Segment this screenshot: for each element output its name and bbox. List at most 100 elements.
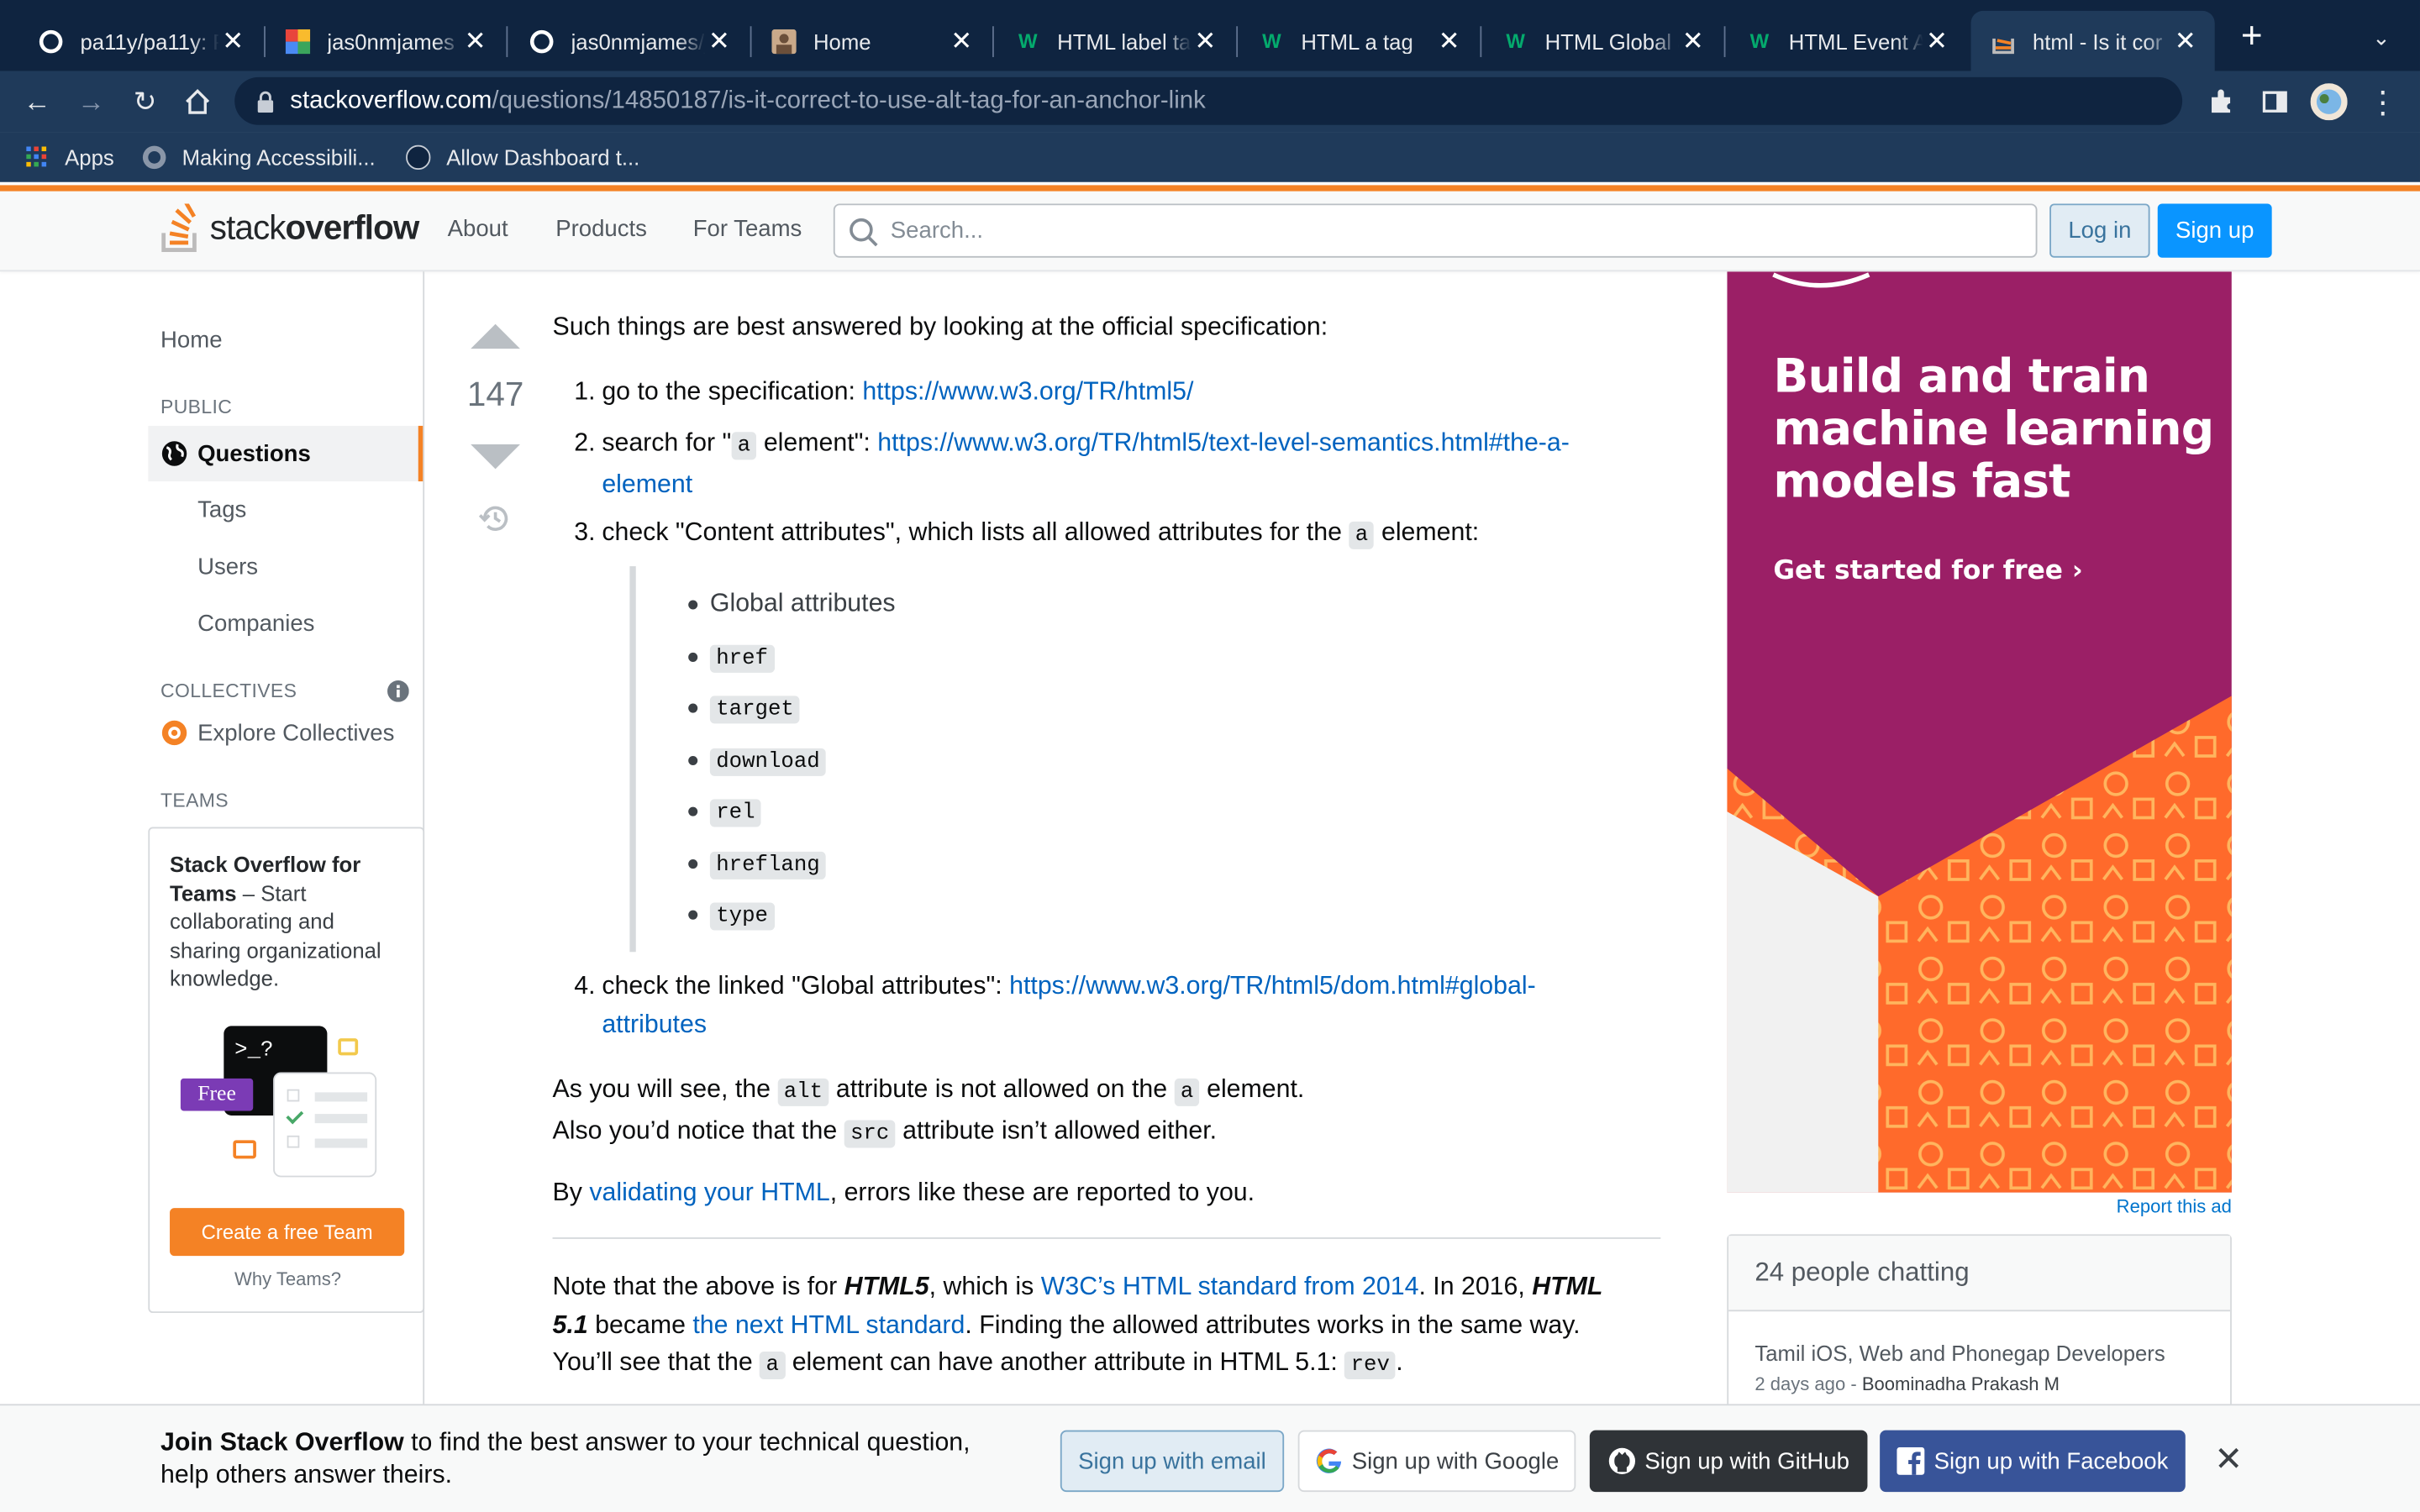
browser-tab[interactable]: jas0nmjames/j ✕ xyxy=(509,11,749,71)
close-tab-icon[interactable]: ✕ xyxy=(1435,26,1463,55)
address-bar[interactable]: stackoverflow.com/questions/14850187/is-… xyxy=(234,76,2183,125)
close-tab-icon[interactable]: ✕ xyxy=(1679,26,1707,55)
step-text: element": xyxy=(756,428,871,457)
upvote-icon[interactable] xyxy=(468,323,523,350)
close-icon[interactable]: ✕ xyxy=(2212,1441,2245,1476)
w3schools-icon: W xyxy=(1262,29,1281,53)
new-tab-button[interactable]: + xyxy=(2236,18,2267,55)
browser-tab-active[interactable]: html - Is it cor ✕ xyxy=(1970,10,2215,71)
teams-promo-card: Stack Overflow for Teams – Start collabo… xyxy=(148,827,426,1314)
inline-code: rev xyxy=(1344,1351,1397,1380)
history-icon[interactable] xyxy=(478,503,512,534)
nav-products[interactable]: Products xyxy=(555,216,647,242)
next-html-standard-link[interactable]: the next HTML standard xyxy=(692,1310,965,1338)
tab-search-icon[interactable]: ⌄ xyxy=(2369,24,2393,49)
teams-illustration: >_? Free xyxy=(180,1023,381,1184)
tab-title: jas0nmjames/j xyxy=(571,28,706,54)
ad-headline-line: Build and train xyxy=(1773,349,2150,405)
stackoverflow-icon xyxy=(1990,27,2018,55)
sidebar-item-label: Companies xyxy=(197,610,315,637)
ad-cta[interactable]: Get started for free › xyxy=(1773,555,2082,586)
login-button[interactable]: Log in xyxy=(2049,203,2150,258)
text: Also you’d notice that the xyxy=(552,1116,838,1144)
spec-link[interactable]: https://www.w3.org/TR/html5/ xyxy=(862,378,1193,406)
menu-kebab-icon[interactable]: ⋮ xyxy=(2365,83,2402,120)
sidebar-item-home[interactable]: Home xyxy=(148,312,423,367)
bookmark-item[interactable]: Allow Dashboard t... xyxy=(406,145,639,170)
text: element. xyxy=(1207,1075,1305,1104)
downvote-icon[interactable] xyxy=(468,443,523,470)
chat-user[interactable]: Boominadha Prakash M xyxy=(1862,1373,2060,1395)
sidebar-item-tags[interactable]: Tags xyxy=(148,481,423,537)
inline-code: a xyxy=(1174,1078,1200,1106)
sidebar-heading-public: PUBLIC xyxy=(160,396,233,418)
sidebar-item-companies[interactable]: Companies xyxy=(148,596,423,651)
browser-tab[interactable]: pa11y/pa11y: P ✕ xyxy=(18,11,262,71)
stackoverflow-logo[interactable]: stackoverflow xyxy=(160,202,419,255)
signup-email-button[interactable]: Sign up with email xyxy=(1060,1430,1285,1493)
browser-tab[interactable]: jas0nmjames / ✕ xyxy=(266,11,505,71)
close-tab-icon[interactable]: ✕ xyxy=(705,26,733,55)
browser-tab[interactable]: W HTML label ta ✕ xyxy=(996,11,1235,71)
apps-grid-icon xyxy=(24,145,49,170)
browser-tab[interactable]: W HTML Global a ✕ xyxy=(1483,11,1723,71)
bookmark-apps[interactable]: Apps xyxy=(24,145,114,170)
report-ad-link[interactable]: Report this ad xyxy=(2068,1195,2232,1217)
sidebar-item-questions[interactable]: Questions xyxy=(148,425,424,482)
sidebar-item-users[interactable]: Users xyxy=(148,538,423,594)
html-standard-2014-link[interactable]: W3C’s HTML standard from 2014 xyxy=(1041,1273,1419,1300)
answer-paragraph: As you will see, the alt attribute is no… xyxy=(553,1071,1661,1152)
inline-code: href xyxy=(709,644,775,673)
link-text: attributes xyxy=(602,1010,707,1038)
w3schools-icon: W xyxy=(1506,29,1525,53)
home-icon[interactable] xyxy=(179,83,216,120)
browser-tab[interactable]: W HTML a tag ✕ xyxy=(1239,11,1479,71)
chat-room-link[interactable]: Tamil iOS, Web and Phonegap Developers xyxy=(1754,1341,2165,1365)
reload-icon[interactable]: ↻ xyxy=(127,83,164,120)
inline-code: target xyxy=(709,696,801,724)
sidebar-item-explore-collectives[interactable]: Explore Collectives xyxy=(148,705,423,760)
browser-tab[interactable]: W HTML Event A ✕ xyxy=(1727,11,1966,71)
validating-html-link[interactable]: validating your HTML xyxy=(589,1179,829,1206)
signup-banner: Join Stack Overflow to find the best ans… xyxy=(0,1404,2420,1512)
signup-github-button[interactable]: Sign up with GitHub xyxy=(1589,1430,1868,1493)
sidebar-heading-collectives: COLLECTIVES xyxy=(160,680,297,702)
text: You’ll see that the xyxy=(552,1348,753,1377)
advertisement[interactable]: Build and train machine learning models … xyxy=(1727,271,2232,1193)
browser-tab[interactable]: Home ✕ xyxy=(751,11,991,71)
extensions-icon[interactable] xyxy=(2202,83,2239,120)
chat-bubble-icon xyxy=(233,1140,256,1159)
nav-about[interactable]: About xyxy=(448,216,508,242)
close-tab-icon[interactable]: ✕ xyxy=(948,26,976,55)
attribute-item: Global attributes xyxy=(688,585,896,622)
nav-for-teams[interactable]: For Teams xyxy=(693,216,802,242)
inline-code: a xyxy=(760,1351,786,1380)
side-panel-icon[interactable] xyxy=(2256,83,2293,120)
search-input[interactable]: Search... xyxy=(833,203,2038,258)
close-tab-icon[interactable]: ✕ xyxy=(461,26,489,55)
close-tab-icon[interactable]: ✕ xyxy=(1192,26,1219,55)
close-tab-icon[interactable]: ✕ xyxy=(219,26,247,55)
close-tab-icon[interactable]: ✕ xyxy=(2171,26,2199,55)
close-tab-icon[interactable]: ✕ xyxy=(1923,26,1951,55)
signup-facebook-button[interactable]: Sign up with Facebook xyxy=(1880,1430,2186,1493)
button-label: Sign up with Facebook xyxy=(1933,1447,2169,1474)
step-text: check the linked "Global attributes": xyxy=(602,972,1002,1000)
step-text: go to the specification: xyxy=(602,377,855,407)
tab-title: html - Is it cor xyxy=(2032,28,2163,54)
back-icon[interactable]: ← xyxy=(18,83,55,120)
bookmark-label: Making Accessibili... xyxy=(182,144,376,171)
create-team-button[interactable]: Create a free Team xyxy=(170,1208,405,1257)
bookmark-label: Allow Dashboard t... xyxy=(446,144,640,171)
text: HTML5 xyxy=(844,1273,929,1301)
text: element can have another attribute in HT… xyxy=(792,1348,1338,1377)
signup-google-button[interactable]: Sign up with Google xyxy=(1297,1430,1576,1493)
signup-button[interactable]: Sign up xyxy=(2157,203,2272,258)
why-teams-link[interactable]: Why Teams? xyxy=(150,1268,426,1290)
inline-code: a xyxy=(731,432,757,460)
profile-avatar[interactable] xyxy=(2310,83,2348,121)
url-path: /questions/14850187/is-it-correct-to-use… xyxy=(492,87,1206,113)
forward-icon[interactable]: → xyxy=(72,83,109,120)
text: , errors like these are reported to you. xyxy=(829,1179,1255,1207)
bookmark-item[interactable]: Making Accessibili... xyxy=(142,145,376,170)
